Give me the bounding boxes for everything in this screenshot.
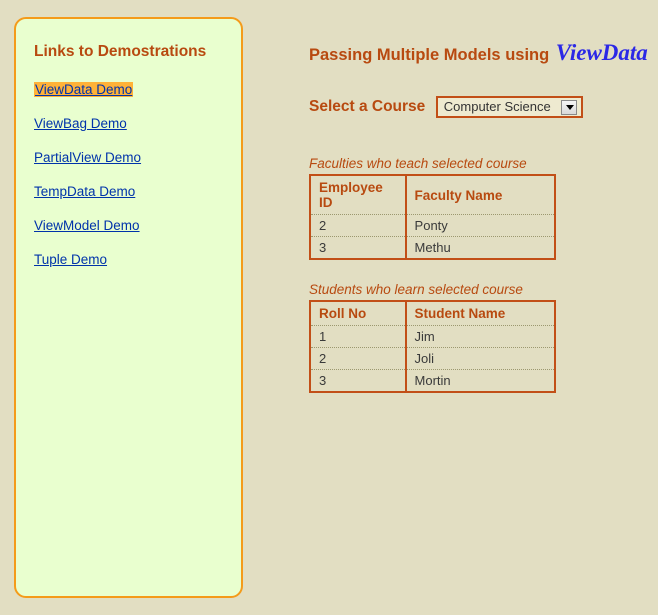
cell: 2: [310, 348, 406, 370]
sidebar-link-tempdata[interactable]: TempData Demo: [34, 184, 135, 199]
table-row: 3 Methu: [310, 237, 555, 260]
cell: 3: [310, 237, 406, 260]
sidebar: Links to Demostrations ViewData Demo Vie…: [14, 17, 243, 598]
faculties-col-employee-id: Employee ID: [310, 175, 406, 215]
table-row: 3 Mortin: [310, 370, 555, 393]
table-row: 2 Joli: [310, 348, 555, 370]
app-container: Links to Demostrations ViewData Demo Vie…: [0, 0, 658, 615]
cell: Ponty: [406, 215, 555, 237]
sidebar-link-partialview[interactable]: PartialView Demo: [34, 150, 141, 165]
page-title-prefix: Passing Multiple Models using: [309, 46, 549, 64]
students-col-student-name: Student Name: [406, 301, 555, 326]
sidebar-link-viewdata[interactable]: ViewData Demo: [34, 82, 133, 97]
students-table: Roll No Student Name 1 Jim 2 Joli 3 Mort…: [309, 300, 556, 393]
faculties-col-faculty-name: Faculty Name: [406, 175, 555, 215]
chevron-down-icon[interactable]: [561, 100, 577, 115]
sidebar-link-tuple[interactable]: Tuple Demo: [34, 252, 107, 267]
course-select-row: Select a Course Computer Science: [309, 96, 650, 118]
table-header-row: Employee ID Faculty Name: [310, 175, 555, 215]
page-title: Passing Multiple Models using ViewData: [309, 40, 650, 66]
students-col-roll-no: Roll No: [310, 301, 406, 326]
cell: Mortin: [406, 370, 555, 393]
faculties-caption: Faculties who teach selected course: [309, 156, 650, 171]
course-select-value: Computer Science: [444, 99, 554, 114]
course-select-label: Select a Course: [309, 98, 425, 115]
cell: 3: [310, 370, 406, 393]
cell: Methu: [406, 237, 555, 260]
table-header-row: Roll No Student Name: [310, 301, 555, 326]
cell: 1: [310, 326, 406, 348]
table-row: 2 Ponty: [310, 215, 555, 237]
page-title-keyword: ViewData: [556, 40, 648, 65]
main-content: Passing Multiple Models using ViewData S…: [243, 0, 658, 615]
faculties-table: Employee ID Faculty Name 2 Ponty 3 Methu: [309, 174, 556, 260]
cell: Joli: [406, 348, 555, 370]
cell: 2: [310, 215, 406, 237]
students-caption: Students who learn selected course: [309, 282, 650, 297]
sidebar-link-viewmodel[interactable]: ViewModel Demo: [34, 218, 140, 233]
cell: Jim: [406, 326, 555, 348]
sidebar-link-viewbag[interactable]: ViewBag Demo: [34, 116, 127, 131]
sidebar-title: Links to Demostrations: [34, 43, 225, 61]
course-select[interactable]: Computer Science: [436, 96, 584, 118]
table-row: 1 Jim: [310, 326, 555, 348]
